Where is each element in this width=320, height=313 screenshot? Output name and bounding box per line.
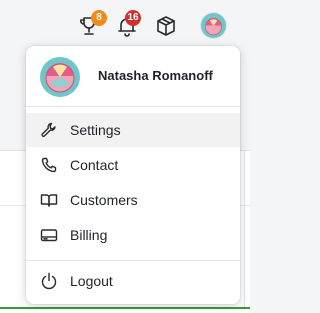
menu-item-label: Settings bbox=[70, 122, 121, 138]
menu-user-header: Natasha Romanoff bbox=[26, 46, 240, 106]
menu-item-billing[interactable]: Billing bbox=[26, 218, 240, 252]
notifications-badge: 16 bbox=[125, 10, 141, 26]
user-name: Natasha Romanoff bbox=[98, 68, 213, 83]
avatar-button[interactable] bbox=[200, 12, 227, 39]
top-bar: 8 16 bbox=[0, 0, 250, 50]
credit-card-icon bbox=[40, 226, 58, 244]
menu-item-customers[interactable]: Customers bbox=[26, 183, 240, 217]
menu-item-label: Logout bbox=[70, 273, 113, 289]
divider bbox=[26, 260, 240, 261]
user-dropdown-menu: Natasha Romanoff Settings Contact Custom… bbox=[26, 46, 240, 304]
phone-icon bbox=[40, 156, 58, 174]
box-icon bbox=[157, 16, 175, 36]
menu-item-contact[interactable]: Contact bbox=[26, 148, 240, 182]
user-avatar bbox=[40, 57, 80, 97]
wrench-icon bbox=[40, 121, 58, 139]
divider bbox=[244, 150, 245, 308]
menu-item-label: Contact bbox=[70, 157, 119, 173]
apps-button[interactable] bbox=[153, 13, 179, 39]
power-icon bbox=[40, 272, 58, 290]
accent-line bbox=[0, 307, 250, 309]
menu-item-label: Billing bbox=[70, 227, 108, 243]
menu-item-settings[interactable]: Settings bbox=[26, 113, 240, 147]
divider bbox=[26, 106, 240, 107]
menu-item-label: Customers bbox=[70, 192, 138, 208]
avatar bbox=[201, 13, 226, 38]
trophy-badge: 8 bbox=[91, 10, 107, 26]
book-icon bbox=[40, 191, 58, 209]
menu-item-logout[interactable]: Logout bbox=[26, 264, 240, 298]
